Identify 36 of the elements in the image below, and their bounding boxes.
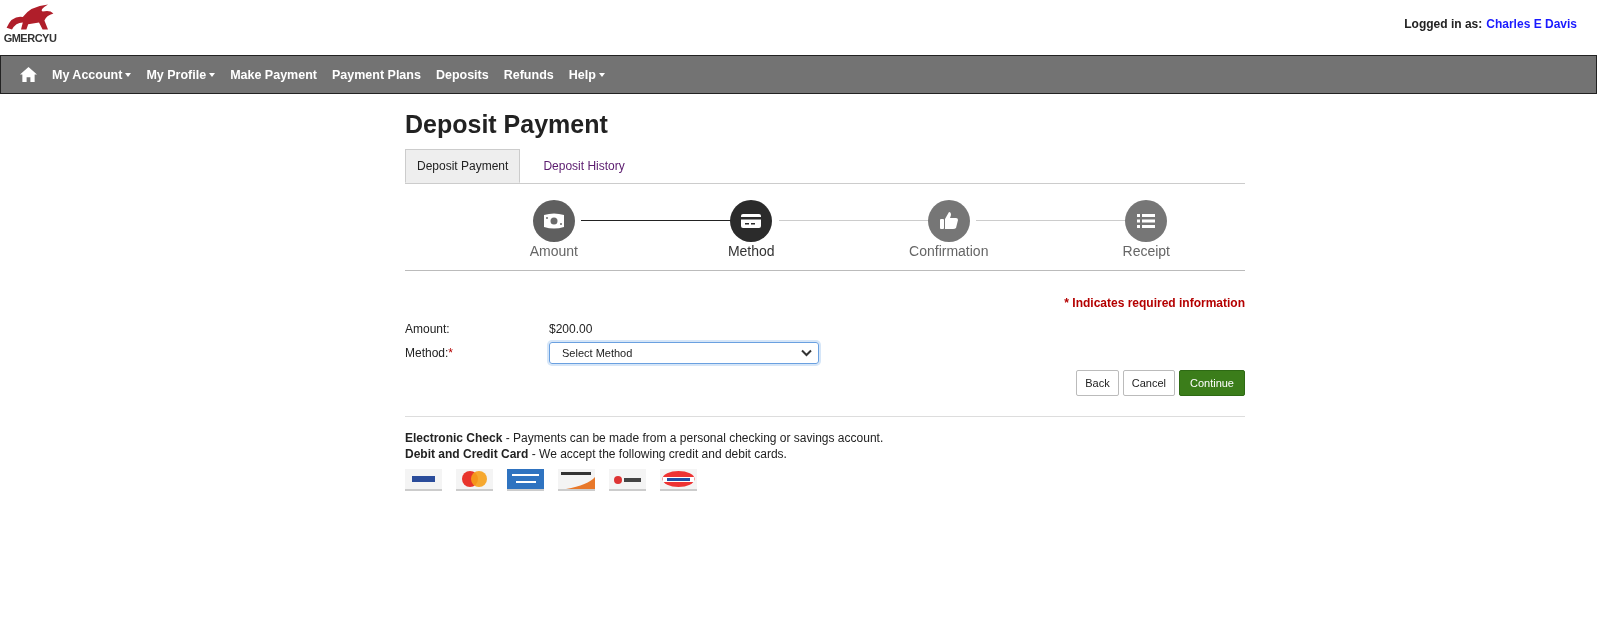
step-label: Receipt <box>1122 243 1170 259</box>
step-label: Method <box>727 243 775 259</box>
nav-link[interactable]: My Profile <box>146 67 216 82</box>
nav-link[interactable]: Help <box>568 67 605 82</box>
home-icon[interactable] <box>19 66 38 83</box>
method-label: Method:* <box>405 346 455 360</box>
nav-link[interactable]: Refunds <box>503 67 554 82</box>
card-logo-icon <box>405 469 442 491</box>
card-logo-icon <box>609 469 646 491</box>
required-note: * Indicates required information <box>1063 296 1245 310</box>
amount-value: $200.00 <box>549 322 593 336</box>
info-text: Electronic Check - Payments can be made from a personal checking or savings account. <box>405 431 885 445</box>
info-text: Debit and Credit Card - We accept the following credit and debit cards. <box>405 447 788 461</box>
card-logo-icon <box>558 469 595 491</box>
page-title: Deposit Payment <box>405 110 609 139</box>
chevron-down-icon <box>801 349 812 357</box>
step-label: Amount <box>529 243 578 259</box>
nav-link[interactable]: Deposits <box>435 67 489 82</box>
amount-label: Amount: <box>405 322 451 336</box>
card-logo-icon <box>660 469 697 491</box>
tab[interactable]: Deposit History <box>531 149 637 183</box>
continue-button[interactable]: Continue <box>1178 370 1245 396</box>
tab[interactable]: Deposit Payment <box>405 149 521 183</box>
secondary-button[interactable]: Cancel <box>1122 370 1175 396</box>
card-logo-icon <box>507 469 544 491</box>
nav-link[interactable]: Make Payment <box>230 67 317 82</box>
step-label: Confirmation <box>909 243 989 259</box>
logo-wordmark: GMERCYU <box>3 32 57 44</box>
login-label: Logged in as: <box>1404 17 1483 31</box>
nav-link[interactable]: Payment Plans <box>332 67 421 82</box>
logo[interactable]: GMERCYU <box>3 0 57 44</box>
nav-link[interactable]: My Account <box>52 67 132 82</box>
secondary-button[interactable]: Back <box>1076 370 1119 396</box>
user-link[interactable]: Charles E Davis <box>1486 17 1577 31</box>
card-logo-icon <box>456 469 493 491</box>
method-select[interactable]: Select Method <box>549 342 819 364</box>
